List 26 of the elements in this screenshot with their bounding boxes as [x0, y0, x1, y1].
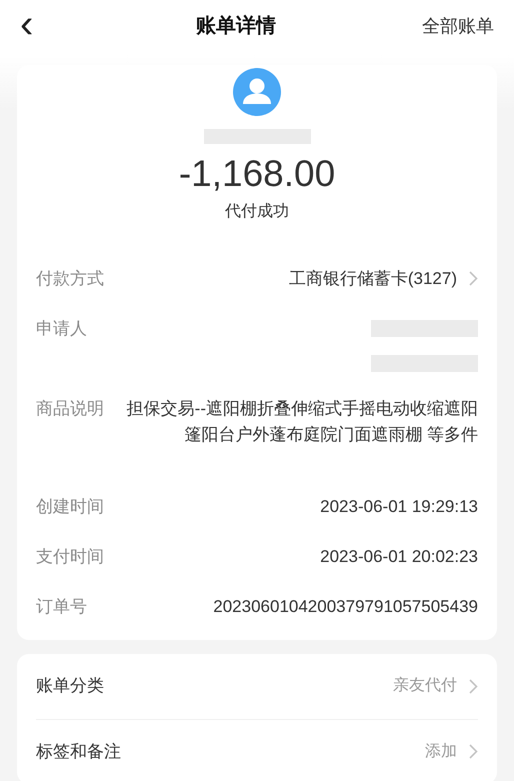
row-value: 担保交易--遮阳棚折叠伸缩式手摇电动收缩遮阳篷阳台户外蓬布庭院门面遮雨棚 等多件 [126, 398, 478, 446]
row-label: 支付时间 [36, 546, 105, 568]
row-value: 亲友代付 [393, 676, 457, 696]
row-label: 订单号 [36, 596, 88, 618]
row-value: 2023-06-01 19:29:13 [320, 496, 478, 518]
row-value: 工商银行储蓄卡(3127) [288, 268, 457, 290]
all-bills-link[interactable]: 全部账单 [422, 12, 494, 40]
row-label: 创建时间 [36, 496, 105, 518]
chevron-right-icon [469, 271, 478, 286]
back-button[interactable]: ‹ [20, 4, 50, 44]
chevron-right-icon [469, 744, 478, 759]
row-label: 付款方式 [36, 268, 105, 290]
amount: -1,168.00 [178, 152, 336, 196]
row-value: 2023060104200379791057505439 [213, 596, 478, 618]
payment-method-row[interactable]: 付款方式 工商银行储蓄卡(3127) [36, 254, 478, 304]
row-label: 标签和备注 [36, 740, 121, 763]
settings-row[interactable]: 标签和备注 添加 [36, 718, 478, 781]
status-text: 代付成功 [225, 202, 289, 222]
row-value: 2023-06-01 20:02:23 [320, 546, 478, 568]
chevron-right-icon [469, 678, 478, 694]
row-label: 商品说明 [36, 398, 105, 420]
row-label: 账单分类 [36, 675, 104, 698]
row-value: 添加 [425, 742, 457, 762]
row-label: 申请人 [36, 318, 88, 340]
page-title: 账单详情 [196, 14, 276, 39]
settings-row[interactable]: 账单分类 亲友代付 [36, 654, 478, 718]
